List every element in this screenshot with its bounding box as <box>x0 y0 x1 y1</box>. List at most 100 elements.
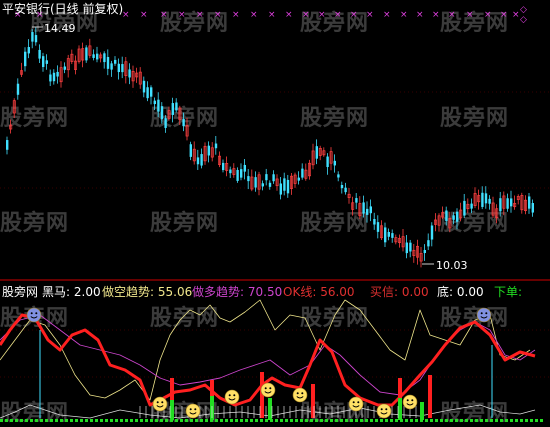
candle-body <box>340 185 344 189</box>
candle-body <box>63 66 66 70</box>
x-marker: × <box>383 10 391 20</box>
smiley-icon <box>402 394 418 410</box>
candle-body <box>153 100 156 105</box>
candle-body <box>106 56 110 69</box>
baseline-dot <box>285 419 288 422</box>
candle-body <box>470 203 473 209</box>
baseline-dot <box>310 419 313 422</box>
ok-line-label: OK线: <box>283 285 317 299</box>
x-marker: × <box>484 10 492 20</box>
candle-body <box>355 198 358 203</box>
candle-body <box>297 177 300 181</box>
baseline-dot <box>415 419 418 422</box>
candle-body <box>384 227 387 243</box>
baseline-dot <box>420 419 423 422</box>
baseline-dot <box>380 419 383 422</box>
candle-body <box>222 162 225 171</box>
candle-body <box>531 203 534 213</box>
baseline-dot <box>540 419 543 422</box>
smiley-eye <box>30 312 33 315</box>
long-trend-value: 70.50 <box>247 285 283 299</box>
baseline-dot <box>30 419 33 422</box>
ok-line-field: OK线: 56.00 <box>283 285 355 299</box>
signal-bar-red <box>311 384 315 418</box>
short-trend-label: 做空趋势: <box>102 285 155 299</box>
smiley-eye <box>228 394 231 397</box>
heima-field: 黑马: 2.00 <box>42 285 101 299</box>
candle-body <box>506 198 509 209</box>
heima-label: 黑马: <box>42 285 71 299</box>
x-marker: × <box>196 10 204 20</box>
candle-body <box>121 64 124 73</box>
smiley-eye <box>301 392 304 395</box>
chart-canvas[interactable]: × × × × × × × × × × × × × × × × × × × × × × × × ×× ◇◇ <box>0 0 550 427</box>
baseline-dot <box>370 419 373 422</box>
baseline-dot <box>365 419 368 422</box>
diamond-marker: ◇ <box>520 5 527 15</box>
baseline-dot <box>320 419 323 422</box>
candle-body <box>268 182 272 187</box>
baseline-dot <box>190 419 193 422</box>
x-marker: × <box>250 10 258 20</box>
candle-body <box>337 174 340 178</box>
smiley-eye <box>411 399 414 402</box>
candle-body <box>27 47 30 54</box>
baseline-dot <box>235 419 238 422</box>
candle-body <box>373 219 376 225</box>
smiley-eye <box>480 312 483 315</box>
baseline-dot <box>445 419 448 422</box>
baseline-dot <box>250 419 253 422</box>
smiley-icon <box>376 403 392 419</box>
candle-body <box>214 143 218 149</box>
baseline-dot <box>340 419 343 422</box>
candle-body <box>286 179 290 194</box>
candle-body <box>452 215 455 220</box>
candle-body <box>42 56 45 68</box>
candle-body <box>56 71 59 77</box>
x-marker: × <box>232 10 240 20</box>
smiley-eye <box>380 408 383 411</box>
aux-line <box>0 404 536 419</box>
baseline-dot <box>410 419 413 422</box>
low-price-label: 10.03 <box>436 259 468 272</box>
smiley-icon <box>185 403 201 419</box>
candle-body <box>49 74 52 82</box>
candle-body <box>315 146 318 159</box>
stock-chart-screen[interactable]: 股旁网 股旁网 股旁网 股旁网 股旁网 股旁网 股旁网 股旁网 股旁网 股旁网 股旁网 股旁网 股旁网股… <box>0 0 550 427</box>
signal-bar-green <box>420 402 424 420</box>
bottom-label: 底: <box>437 285 454 299</box>
smiley-icon <box>348 396 364 412</box>
baseline-dot <box>300 419 303 422</box>
candle-body <box>423 249 426 254</box>
baseline-dot <box>470 419 473 422</box>
baseline-dot <box>275 419 278 422</box>
baseline-dot <box>520 419 523 422</box>
smiley-icon <box>260 382 276 398</box>
baseline-dot <box>245 419 248 422</box>
smiley-eye <box>161 401 164 404</box>
buy-signal-field: 买信: 0.00 <box>370 285 429 299</box>
candle-body <box>326 156 329 168</box>
baseline-dot <box>95 419 98 422</box>
candle-body <box>243 164 246 172</box>
baseline-dot <box>50 419 53 422</box>
candle-body <box>488 198 491 204</box>
baseline-dot <box>40 419 43 422</box>
baseline-dot <box>195 419 198 422</box>
x-marker: × <box>400 10 408 20</box>
candle-body <box>261 183 264 187</box>
baseline-dot <box>215 419 218 422</box>
candle-body <box>164 118 167 128</box>
x-marker: × <box>466 10 474 20</box>
candle-body <box>114 59 117 64</box>
baseline-dot <box>140 419 143 422</box>
baseline-dot <box>180 419 183 422</box>
x-marker: × <box>140 10 148 20</box>
baseline-dot <box>100 419 103 422</box>
signal-bar-green <box>170 400 174 420</box>
baseline-dot <box>525 419 528 422</box>
baseline-dot <box>225 419 228 422</box>
candle-body <box>279 183 282 195</box>
x-marker: × <box>214 10 222 20</box>
candle-body <box>45 60 48 64</box>
